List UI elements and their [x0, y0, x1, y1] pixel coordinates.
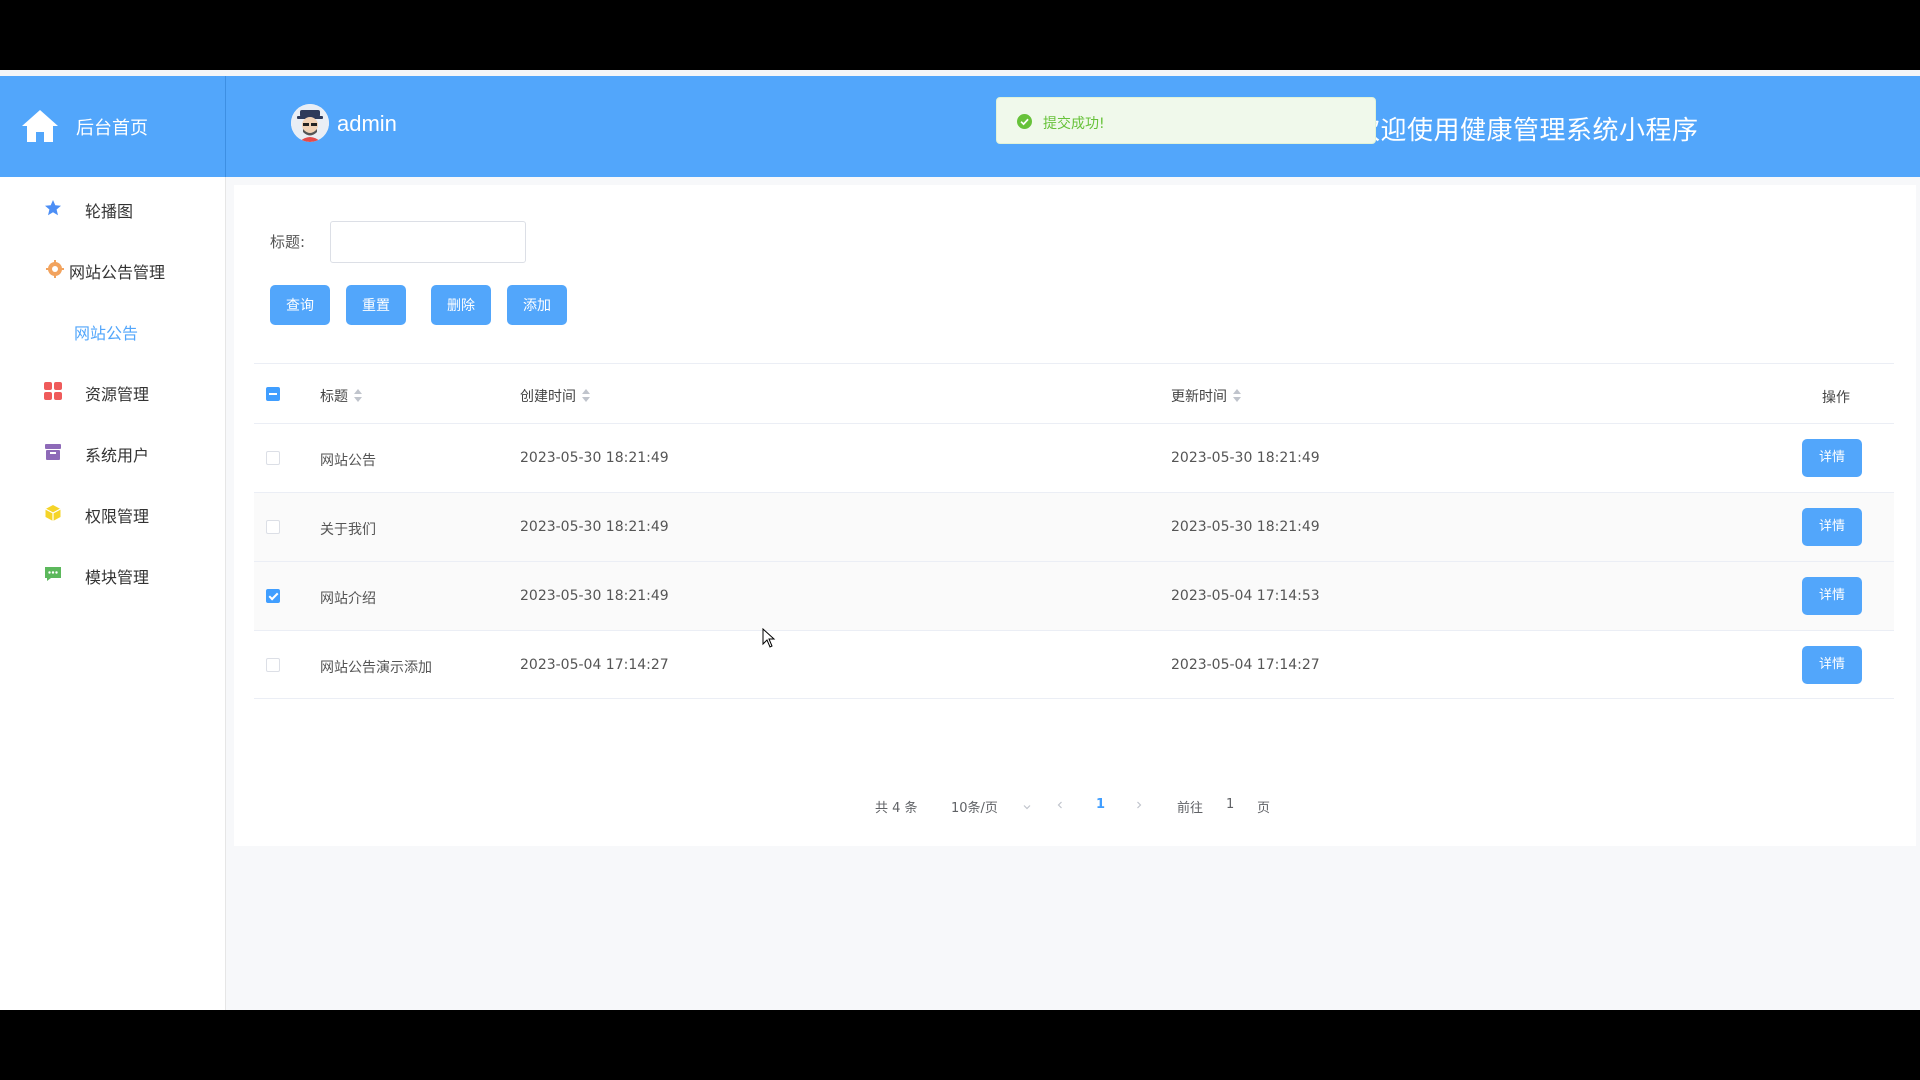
page-size-value: 10条/页 — [951, 801, 998, 816]
row-updated: 2023-05-30 18:21:49 — [1171, 450, 1320, 466]
row-updated: 2023-05-30 18:21:49 — [1171, 519, 1320, 535]
table-row: 网站公告 2023-05-30 18:21:49 2023-05-30 18:2… — [254, 423, 1894, 492]
row-title: 网站公告 — [320, 453, 376, 469]
sidebar-item-label: 网站公告管理 — [69, 263, 166, 282]
sidebar-item-modules[interactable]: 模块管理 — [0, 543, 226, 604]
gear-badge-icon — [46, 260, 64, 278]
top-header: admin 提交成功! 欢迎使用健康管理系统小程序 — [226, 76, 1920, 177]
detail-button[interactable]: 详情 — [1802, 577, 1862, 615]
app-window: 后台首页 轮播图 网站公告管理 网站公告 资源管理 系统用户 权限管理 模块管理… — [0, 76, 1920, 1010]
detail-button[interactable]: 详情 — [1802, 646, 1862, 684]
row-updated: 2023-05-04 17:14:53 — [1171, 588, 1320, 604]
header-label: 更新时间 — [1171, 389, 1227, 405]
sidebar-item-system-users[interactable]: 系统用户 — [0, 421, 226, 482]
row-updated: 2023-05-04 17:14:27 — [1171, 657, 1320, 673]
select-all-checkbox[interactable] — [266, 387, 280, 401]
column-header-actions: 操作 — [1822, 390, 1850, 406]
sidebar-item-carousel[interactable]: 轮播图 — [0, 177, 226, 238]
search-title-label: 标题: — [270, 233, 306, 251]
home-icon — [22, 110, 58, 142]
brand-home-link[interactable]: 后台首页 — [0, 76, 226, 177]
sidebar-item-notice-management[interactable]: 网站公告管理 — [0, 238, 226, 299]
query-button[interactable]: 查询 — [270, 285, 330, 325]
sidebar-item-label: 资源管理 — [85, 385, 150, 404]
add-button[interactable]: 添加 — [507, 285, 567, 325]
sidebar-item-label: 网站公告 — [74, 324, 139, 343]
row-created: 2023-05-30 18:21:49 — [520, 519, 669, 535]
cube-icon — [45, 505, 61, 521]
toast-message: 提交成功! — [1043, 116, 1105, 132]
column-header-updated[interactable]: 更新时间 — [1171, 386, 1241, 406]
table-header: 标题 创建时间 更新时间 操作 — [254, 363, 1894, 423]
sort-icon[interactable] — [354, 389, 362, 403]
row-title: 关于我们 — [320, 522, 376, 538]
row-title: 网站公告演示添加 — [320, 660, 432, 676]
row-created: 2023-05-30 18:21:49 — [520, 588, 669, 604]
reset-button[interactable]: 重置 — [346, 285, 406, 325]
top-letterbox — [0, 0, 1920, 70]
check-circle-icon — [1017, 114, 1032, 129]
brand-label: 后台首页 — [76, 118, 148, 139]
column-header-created[interactable]: 创建时间 — [520, 386, 590, 406]
success-toast: 提交成功! — [996, 97, 1376, 144]
prev-page-icon[interactable] — [1055, 800, 1065, 810]
sidebar-item-notice[interactable]: 网站公告 — [0, 299, 226, 360]
star-icon — [45, 200, 61, 216]
username: admin — [337, 111, 397, 136]
page-size-select[interactable]: 10条/页 — [951, 797, 1032, 816]
row-title: 网站介绍 — [320, 591, 376, 607]
main-content: 标题: 查询 重置 删除 添加 标题 创建时间 更新时间 操作 网站公告 202… — [234, 185, 1916, 846]
row-checkbox[interactable] — [266, 520, 280, 534]
current-page[interactable]: 1 — [1096, 797, 1105, 812]
sidebar-item-label: 权限管理 — [85, 507, 150, 526]
bottom-letterbox — [0, 1010, 1920, 1080]
row-created: 2023-05-30 18:21:49 — [520, 450, 669, 466]
goto-prefix: 前往 — [1177, 801, 1204, 816]
detail-button[interactable]: 详情 — [1802, 439, 1862, 477]
avatar[interactable] — [291, 104, 329, 142]
sort-icon[interactable] — [582, 389, 590, 403]
chat-icon — [45, 567, 61, 581]
table-row: 网站公告演示添加 2023-05-04 17:14:27 2023-05-04 … — [254, 630, 1894, 699]
header-label: 创建时间 — [520, 389, 576, 405]
notice-table: 标题 创建时间 更新时间 操作 网站公告 2023-05-30 18:21:49… — [254, 363, 1894, 699]
mouse-cursor-icon — [762, 628, 776, 648]
goto-suffix: 页 — [1257, 801, 1271, 816]
detail-button[interactable]: 详情 — [1802, 508, 1862, 546]
sidebar-item-label: 系统用户 — [85, 446, 150, 465]
table-row: 网站介绍 2023-05-30 18:21:49 2023-05-04 17:1… — [254, 561, 1894, 630]
pagination-total: 共 4 条 — [875, 801, 918, 816]
sidebar: 后台首页 轮播图 网站公告管理 网站公告 资源管理 系统用户 权限管理 模块管理 — [0, 76, 226, 1010]
column-header-title[interactable]: 标题 — [320, 386, 362, 406]
goto-page-input[interactable]: 1 — [1226, 797, 1234, 812]
welcome-title: 欢迎使用健康管理系统小程序 — [1354, 116, 1699, 146]
sidebar-item-permissions[interactable]: 权限管理 — [0, 482, 226, 543]
archive-icon — [45, 444, 61, 460]
user-avatar-icon — [291, 104, 329, 142]
delete-button[interactable]: 删除 — [431, 285, 491, 325]
sidebar-item-resources[interactable]: 资源管理 — [0, 360, 226, 421]
header-label: 标题 — [320, 389, 348, 405]
row-checkbox[interactable] — [266, 451, 280, 465]
next-page-icon[interactable] — [1134, 800, 1144, 810]
search-title-input[interactable] — [330, 221, 526, 263]
sidebar-item-label: 模块管理 — [85, 568, 150, 587]
grid-icon — [44, 382, 62, 400]
row-checkbox[interactable] — [266, 589, 280, 603]
sidebar-menu: 轮播图 网站公告管理 网站公告 资源管理 系统用户 权限管理 模块管理 — [0, 177, 226, 604]
table-row: 关于我们 2023-05-30 18:21:49 2023-05-30 18:2… — [254, 492, 1894, 561]
sort-icon[interactable] — [1233, 389, 1241, 403]
chevron-down-icon — [1023, 805, 1031, 810]
sidebar-item-label: 轮播图 — [85, 202, 134, 221]
row-checkbox[interactable] — [266, 658, 280, 672]
row-created: 2023-05-04 17:14:27 — [520, 657, 669, 673]
